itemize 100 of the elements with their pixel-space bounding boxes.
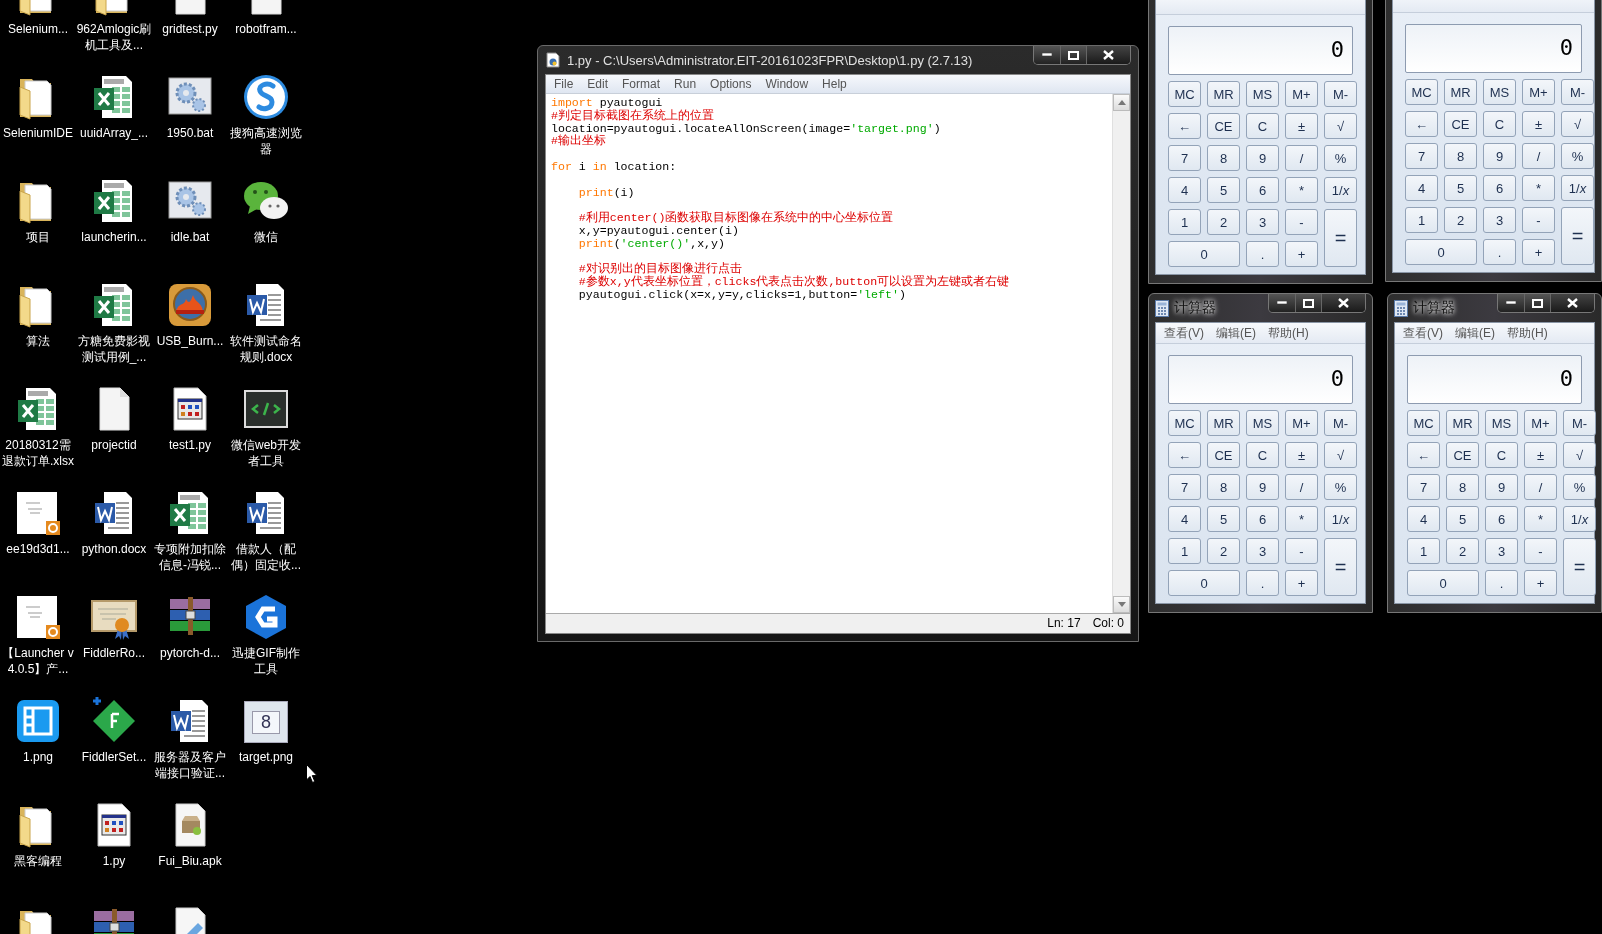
calculator-key[interactable]: + bbox=[1285, 241, 1318, 267]
calculator-key[interactable]: 1 bbox=[1168, 538, 1201, 564]
calculator-key[interactable]: 8 bbox=[1444, 143, 1477, 169]
calculator-key[interactable]: CE bbox=[1446, 442, 1479, 468]
calculator-key[interactable]: 2 bbox=[1444, 207, 1477, 233]
close-button[interactable] bbox=[1550, 294, 1594, 312]
calculator-key[interactable]: 9 bbox=[1246, 145, 1279, 171]
calculator-key[interactable]: MR bbox=[1207, 81, 1240, 107]
calculator-key[interactable]: 0 bbox=[1407, 570, 1479, 596]
desktop-icon-label[interactable]: 20180312需退款订单.xlsx bbox=[0, 437, 76, 469]
calculator-key[interactable]: 2 bbox=[1207, 538, 1240, 564]
calculator-key[interactable]: M+ bbox=[1285, 410, 1318, 436]
desktop-icon-label[interactable]: 项目 bbox=[0, 229, 76, 245]
calculator-key[interactable]: 7 bbox=[1405, 143, 1438, 169]
calculator-key[interactable]: . bbox=[1246, 570, 1279, 596]
desktop-icon-label[interactable]: 1950.bat bbox=[152, 125, 228, 141]
calculator-key[interactable]: CE bbox=[1207, 442, 1240, 468]
calculator-key[interactable]: = bbox=[1561, 207, 1594, 265]
menu-item[interactable]: 查看(V) bbox=[1401, 323, 1445, 343]
desktop-icon-label[interactable]: idle.bat bbox=[152, 229, 228, 245]
close-button[interactable] bbox=[1321, 294, 1365, 312]
calculator-key[interactable]: ← bbox=[1168, 113, 1201, 139]
desktop-icon-label[interactable]: pytorch-d... bbox=[152, 645, 228, 661]
calculator-key[interactable]: 6 bbox=[1246, 506, 1279, 532]
desktop-icon-label[interactable]: 搜狗高速浏览器 bbox=[228, 125, 304, 157]
calculator-key[interactable]: . bbox=[1483, 239, 1516, 265]
calculator-key[interactable]: 4 bbox=[1168, 506, 1201, 532]
calculator-key[interactable]: MS bbox=[1485, 410, 1518, 436]
menu-item[interactable]: 编辑(E) bbox=[1453, 323, 1497, 343]
calculator-key[interactable]: MC bbox=[1407, 410, 1440, 436]
calculator-key[interactable]: 8 bbox=[1207, 145, 1240, 171]
menu-item[interactable]: 帮助(H) bbox=[1505, 323, 1550, 343]
calculator-key[interactable]: 7 bbox=[1168, 474, 1201, 500]
scrollbar[interactable] bbox=[1112, 94, 1130, 613]
menu-item[interactable]: Edit bbox=[581, 75, 615, 93]
menu-item[interactable]: 帮助(H) bbox=[1266, 323, 1311, 343]
calculator-key[interactable]: 7 bbox=[1168, 145, 1201, 171]
menu-item[interactable]: File bbox=[548, 75, 580, 93]
calculator-key[interactable]: = bbox=[1324, 538, 1357, 596]
calculator-key[interactable]: + bbox=[1285, 570, 1318, 596]
calculator-key[interactable]: 4 bbox=[1168, 177, 1201, 203]
desktop-icon-label[interactable]: 专项附加扣除信息-冯锐... bbox=[152, 541, 228, 573]
desktop-icon-label[interactable]: Selenium... bbox=[0, 21, 76, 37]
calculator-key[interactable]: C bbox=[1483, 111, 1516, 137]
desktop-icon-label[interactable]: Fui_Biu.apk bbox=[152, 853, 228, 869]
calculator-key[interactable]: 8 bbox=[1207, 474, 1240, 500]
calculator-key[interactable]: MR bbox=[1446, 410, 1479, 436]
calculator-key[interactable]: 3 bbox=[1246, 209, 1279, 235]
calculator-key[interactable]: . bbox=[1485, 570, 1518, 596]
calculator-key[interactable]: 1 bbox=[1405, 207, 1438, 233]
calculator-key[interactable]: 1/x bbox=[1561, 175, 1594, 201]
menu-item[interactable]: 查看(V) bbox=[1162, 323, 1206, 343]
desktop-icon-label[interactable]: target.png bbox=[228, 749, 304, 765]
calculator-key[interactable]: MR bbox=[1207, 410, 1240, 436]
calculator-key[interactable]: 0 bbox=[1168, 570, 1240, 596]
calculator-key[interactable]: ← bbox=[1407, 442, 1440, 468]
minimize-button[interactable] bbox=[1034, 46, 1060, 64]
calculator-key[interactable]: 8 bbox=[1446, 474, 1479, 500]
calculator-key[interactable]: 0 bbox=[1168, 241, 1240, 267]
menu-item[interactable]: 编辑(E) bbox=[1214, 323, 1258, 343]
calculator-key[interactable]: + bbox=[1522, 239, 1555, 265]
menu-item[interactable]: Run bbox=[668, 75, 703, 93]
calculator-key[interactable]: + bbox=[1524, 570, 1557, 596]
calculator-key[interactable]: ± bbox=[1524, 442, 1557, 468]
calculator-key[interactable]: ± bbox=[1285, 113, 1318, 139]
calculator-key[interactable]: 1/x bbox=[1563, 506, 1596, 532]
calculator-key[interactable]: 3 bbox=[1485, 538, 1518, 564]
desktop-icon-label[interactable]: SeleniumIDE bbox=[0, 125, 76, 141]
calculator-key[interactable]: M- bbox=[1324, 410, 1357, 436]
desktop-icon-label[interactable]: 微信web开发者工具 bbox=[228, 437, 304, 469]
calculator-key[interactable]: CE bbox=[1207, 113, 1240, 139]
menu-item[interactable]: Window bbox=[759, 75, 815, 93]
calculator-key[interactable]: MS bbox=[1246, 410, 1279, 436]
calculator-key[interactable]: * bbox=[1285, 177, 1318, 203]
calculator-key[interactable]: MS bbox=[1246, 81, 1279, 107]
calculator-key[interactable]: / bbox=[1285, 474, 1318, 500]
calculator-key[interactable]: * bbox=[1522, 175, 1555, 201]
calculator-key[interactable]: C bbox=[1246, 113, 1279, 139]
calculator-key[interactable]: - bbox=[1285, 209, 1318, 235]
desktop-icon-label[interactable]: 方糖免费影视测试用例_... bbox=[76, 333, 152, 365]
calculator-key[interactable]: 5 bbox=[1446, 506, 1479, 532]
calculator-key[interactable]: √ bbox=[1561, 111, 1594, 137]
calculator-key[interactable]: 6 bbox=[1483, 175, 1516, 201]
calculator-key[interactable]: 9 bbox=[1485, 474, 1518, 500]
desktop-icon-label[interactable]: 1.py bbox=[76, 853, 152, 869]
calculator-key[interactable]: % bbox=[1324, 145, 1357, 171]
calculator-key[interactable]: % bbox=[1563, 474, 1596, 500]
calculator-key[interactable]: 7 bbox=[1407, 474, 1440, 500]
calculator-key[interactable]: M+ bbox=[1522, 79, 1555, 105]
calculator-key[interactable]: ← bbox=[1168, 442, 1201, 468]
desktop-icon-label[interactable]: FiddlerSet... bbox=[76, 749, 152, 765]
calculator-key[interactable]: 6 bbox=[1485, 506, 1518, 532]
close-button[interactable] bbox=[1086, 46, 1130, 64]
minimize-button[interactable] bbox=[1269, 294, 1295, 312]
desktop-icon-label[interactable]: projectid bbox=[76, 437, 152, 453]
calculator-key[interactable]: 9 bbox=[1483, 143, 1516, 169]
maximize-button[interactable] bbox=[1295, 294, 1321, 312]
calculator-key[interactable]: - bbox=[1524, 538, 1557, 564]
calculator-key[interactable]: 3 bbox=[1246, 538, 1279, 564]
calculator-key[interactable]: - bbox=[1522, 207, 1555, 233]
